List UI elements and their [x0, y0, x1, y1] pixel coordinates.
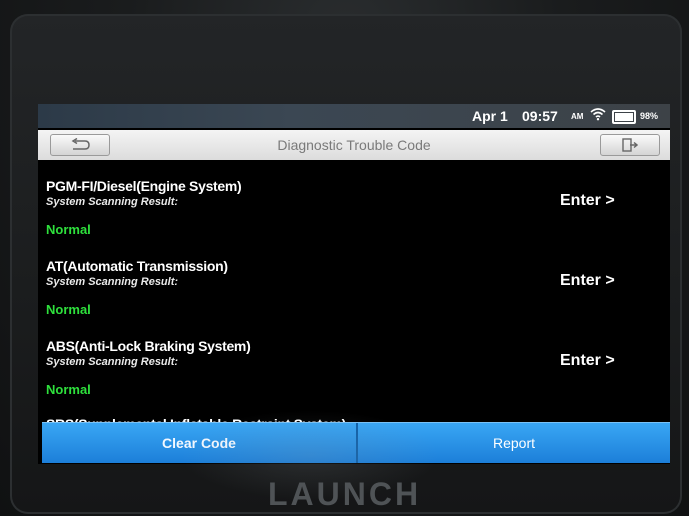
device-brand-logo: LAUNCH: [267, 476, 422, 512]
title-bar: Diagnostic Trouble Code: [38, 130, 670, 160]
enter-button-transmission[interactable]: Enter >: [560, 272, 615, 290]
system-row-transmission: AT(Automatic Transmission) System Scanni…: [38, 246, 670, 326]
enter-button-abs[interactable]: Enter >: [560, 352, 615, 370]
battery-fill: [615, 113, 633, 121]
system-name: ABS(Anti-Lock Braking System): [46, 338, 251, 354]
status-ampm: AM: [571, 112, 584, 121]
system-row-abs: ABS(Anti-Lock Braking System) System Sca…: [38, 326, 670, 406]
system-row-engine: PGM-FI/Diesel(Engine System) System Scan…: [38, 166, 670, 246]
scan-result-status: Normal: [46, 302, 91, 317]
scan-result-label: System Scanning Result:: [46, 356, 179, 368]
page-title: Diagnostic Trouble Code: [277, 137, 431, 153]
scan-result-label: System Scanning Result:: [46, 276, 179, 288]
system-list: PGM-FI/Diesel(Engine System) System Scan…: [38, 166, 670, 424]
exit-icon: [622, 136, 639, 153]
enter-button-engine[interactable]: Enter >: [560, 192, 615, 210]
battery-icon: [612, 110, 636, 124]
scan-result-status: Normal: [46, 222, 91, 237]
battery-percent: 98%: [640, 111, 659, 121]
system-name: PGM-FI/Diesel(Engine System): [46, 178, 242, 194]
status-bar: Apr 1 09:57 AM 98%: [38, 104, 670, 128]
status-date: Apr 1: [472, 108, 508, 124]
system-name: AT(Automatic Transmission): [46, 258, 228, 274]
wifi-icon: [590, 107, 606, 124]
exit-button[interactable]: [600, 134, 660, 156]
status-time: 09:57: [522, 108, 558, 124]
scan-result-status: Normal: [46, 382, 91, 397]
scan-result-label: System Scanning Result:: [46, 196, 179, 208]
